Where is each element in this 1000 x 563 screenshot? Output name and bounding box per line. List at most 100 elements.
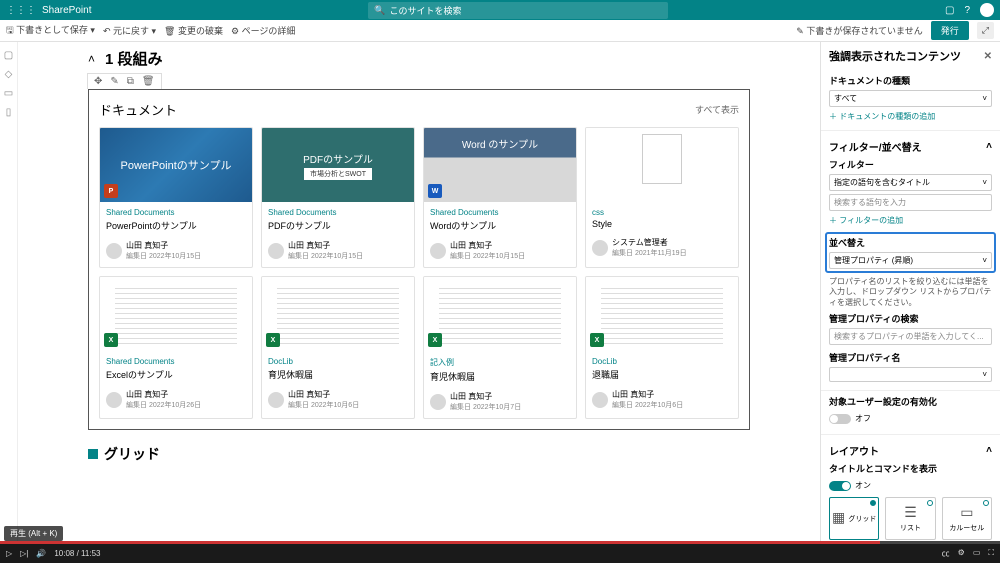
add-section-icon[interactable]: ▢ xyxy=(4,50,13,61)
filter-input[interactable]: 検索する語句を入力 xyxy=(829,194,992,211)
filter-select[interactable]: 指定の語句を含むタイトル˅ xyxy=(829,174,992,191)
doctype-select[interactable]: すべて˅ xyxy=(829,90,992,107)
pip-icon[interactable]: ▭ xyxy=(973,548,981,559)
mp-search-input[interactable]: 検索するプロパティの単語を入力してく... xyxy=(829,328,992,345)
layout-accordion[interactable]: レイアウト˄ xyxy=(829,439,992,462)
edit-date: 編集日 2021年11月19日 xyxy=(612,248,687,258)
card-thumbnail: X xyxy=(100,277,252,351)
section-header[interactable]: ˄ 1 段組み xyxy=(88,42,750,73)
add-text-icon[interactable]: ◇ xyxy=(5,69,13,80)
command-bar: 🖫 下書きとして保存 ▾ ↶ 元に戻す ▾ 🗑 変更の破棄 ⚙ ページの詳細 ✎… xyxy=(0,20,1000,42)
left-toolbox: ▢ ◇ ▭ ▯ xyxy=(0,42,18,544)
megaphone-icon[interactable]: ▢ xyxy=(945,5,954,16)
mp-name-select[interactable]: ˅ xyxy=(829,367,992,382)
card-library: 記入例 xyxy=(424,351,576,368)
card-library: Shared Documents xyxy=(424,202,576,217)
add-more-icon[interactable]: ▯ xyxy=(6,107,12,118)
close-icon[interactable]: ✕ xyxy=(984,51,992,62)
card-library: Shared Documents xyxy=(262,202,414,217)
app-launcher-icon[interactable]: ⋮⋮⋮ xyxy=(6,5,36,16)
card-meta: 山田 真知子編集日 2022年10月6日 xyxy=(586,385,738,416)
card-title: PowerPointのサンプル xyxy=(100,217,252,236)
undo-button[interactable]: ↶ 元に戻す ▾ xyxy=(103,24,156,37)
audience-toggle[interactable]: オフ xyxy=(829,411,992,426)
webpart-toolbar: ✥ ✎ ⧉ 🗑 xyxy=(87,73,162,89)
document-card[interactable]: cssStyleシステム管理者編集日 2021年11月19日 xyxy=(585,127,739,268)
document-card[interactable]: XDocLib退職届山田 真知子編集日 2022年10月6日 xyxy=(585,276,739,419)
app-title: SharePoint xyxy=(42,5,91,16)
page-canvas: ˄ 1 段組み ✥ ✎ ⧉ 🗑 ドキュメント すべて表示 PowerPointの… xyxy=(18,42,820,544)
publish-button[interactable]: 発行 xyxy=(931,21,969,40)
edit-icon[interactable]: ✎ xyxy=(110,76,118,87)
chevron-up-icon: ˄ xyxy=(986,141,992,152)
cc-icon[interactable]: ㏄ xyxy=(942,548,950,559)
next-button[interactable]: ▷| xyxy=(20,549,28,558)
help-icon[interactable]: ? xyxy=(964,5,970,16)
file-type-icon: X xyxy=(266,333,280,347)
card-meta: 山田 真知子編集日 2022年10月26日 xyxy=(100,385,252,416)
document-card[interactable]: Word のサンプルWShared DocumentsWordのサンプル山田 真… xyxy=(423,127,577,268)
author-avatar xyxy=(268,243,284,259)
card-meta: 山田 真知子編集日 2022年10月15日 xyxy=(100,236,252,267)
document-card[interactable]: XShared DocumentsExcelのサンプル山田 真知子編集日 202… xyxy=(99,276,253,419)
grid-icon: ▦ xyxy=(832,509,845,526)
chevron-up-icon[interactable]: ˄ xyxy=(88,52,95,66)
layout-tile-carousel[interactable]: ▭カルーセル xyxy=(942,497,992,540)
document-card[interactable]: PDFのサンプル市場分析とSWOTShared DocumentsPDFのサンプ… xyxy=(261,127,415,268)
play-button[interactable]: ▷ xyxy=(6,549,12,558)
filter-sort-accordion[interactable]: フィルター/並べ替え˄ xyxy=(829,135,992,158)
expand-icon[interactable]: ⤢ xyxy=(977,22,994,39)
mp-search-label: 管理プロパティの検索 xyxy=(829,312,992,325)
document-card[interactable]: X記入例育児休暇届山田 真知子編集日 2022年10月7日 xyxy=(423,276,577,419)
author-avatar xyxy=(592,392,608,408)
mp-name-label: 管理プロパティ名 xyxy=(829,351,992,364)
card-thumbnail: PDFのサンプル市場分析とSWOT xyxy=(262,128,414,202)
author-name: 山田 真知子 xyxy=(126,389,201,400)
search-placeholder: このサイトを検索 xyxy=(389,4,461,17)
author-avatar xyxy=(106,243,122,259)
search-box[interactable]: 🔍 このサイトを検索 xyxy=(368,2,668,19)
discard-button[interactable]: 🗑 変更の破棄 xyxy=(164,24,223,37)
titlecmd-toggle[interactable]: オン xyxy=(829,478,992,493)
sort-select[interactable]: 管理プロパティ (昇順)˅ xyxy=(829,252,992,269)
delete-icon[interactable]: 🗑 xyxy=(142,76,155,87)
card-meta: 山田 真知子編集日 2022年10月15日 xyxy=(262,236,414,267)
file-type-icon: X xyxy=(590,333,604,347)
card-title: 育児休暇届 xyxy=(424,368,576,387)
user-avatar[interactable] xyxy=(980,3,994,17)
panel-title: 強調表示されたコンテンツ xyxy=(829,48,961,64)
settings-icon[interactable]: ⚙ xyxy=(958,548,965,559)
titlecmd-label: タイトルとコマンドを表示 xyxy=(829,462,992,475)
layout-tile-grid[interactable]: ▦グリッド xyxy=(829,497,879,540)
card-library: css xyxy=(586,202,738,217)
author-name: 山田 真知子 xyxy=(450,240,525,251)
add-doctype-link[interactable]: ＋ ドキュメントの種類の追加 xyxy=(829,107,992,122)
page-details-button[interactable]: ⚙ ページの詳細 xyxy=(231,24,295,37)
fullscreen-icon[interactable]: ⛶ xyxy=(988,548,994,559)
save-draft-button[interactable]: 🖫 下書きとして保存 ▾ xyxy=(6,23,95,39)
sort-label: 並べ替え xyxy=(829,236,992,249)
audience-label: 対象ユーザー設定の有効化 xyxy=(829,395,992,408)
edit-date: 編集日 2022年10月15日 xyxy=(126,251,201,261)
add-image-icon[interactable]: ▭ xyxy=(4,88,13,99)
file-type-icon: P xyxy=(104,184,118,198)
card-library: DocLib xyxy=(586,351,738,366)
volume-icon[interactable]: 🔊 xyxy=(36,549,46,558)
document-card[interactable]: XDocLib育児休暇届山田 真知子編集日 2022年10月6日 xyxy=(261,276,415,419)
layout-tile-list[interactable]: ☰リスト xyxy=(885,497,935,540)
card-thumbnail: X xyxy=(262,277,414,351)
move-icon[interactable]: ✥ xyxy=(94,76,102,87)
card-library: Shared Documents xyxy=(100,202,252,217)
card-thumbnail: Word のサンプルW xyxy=(424,128,576,202)
see-all-link[interactable]: すべて表示 xyxy=(695,103,739,116)
sort-highlighted-box: ④ 並べ替え 管理プロパティ (昇順)˅ xyxy=(825,232,996,273)
duplicate-icon[interactable]: ⧉ xyxy=(127,76,134,87)
file-type-icon: X xyxy=(428,333,442,347)
chevron-down-icon: ˅ xyxy=(982,256,987,265)
author-avatar xyxy=(430,394,446,410)
add-filter-link[interactable]: ＋ フィルターの追加 xyxy=(829,211,992,226)
card-library: DocLib xyxy=(262,351,414,366)
document-card[interactable]: PowerPointのサンプルPShared DocumentsPowerPoi… xyxy=(99,127,253,268)
seek-bar[interactable] xyxy=(0,541,1000,544)
highlighted-content-webpart[interactable]: ドキュメント すべて表示 PowerPointのサンプルPShared Docu… xyxy=(88,89,750,430)
